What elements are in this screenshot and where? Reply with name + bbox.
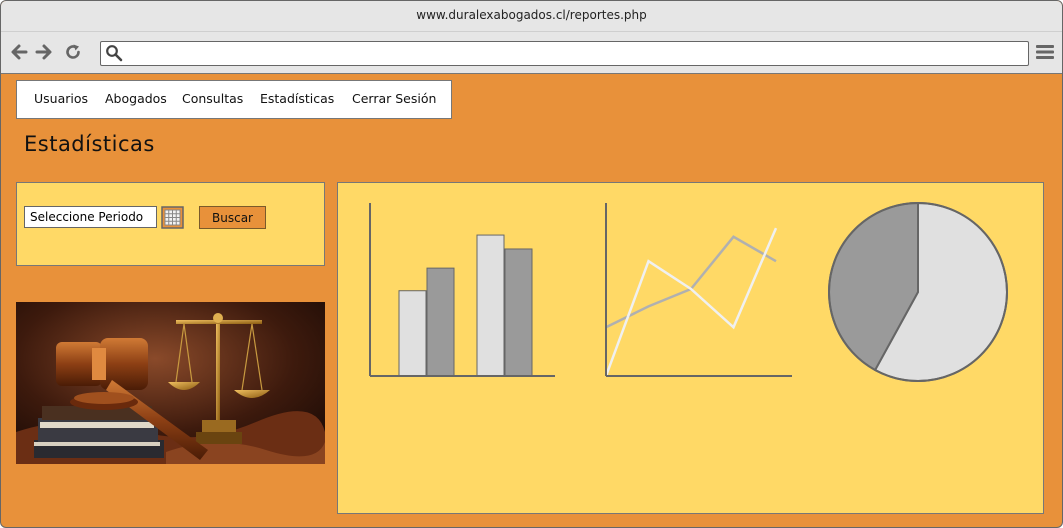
statistics-charts [369, 201, 1008, 382]
calendar-icon[interactable] [161, 206, 184, 229]
search-icon [106, 45, 123, 62]
main-nav: Usuarios Abogados Consultas Estadísticas… [16, 80, 452, 119]
period-input[interactable] [24, 206, 157, 228]
line-series-1 [605, 235, 777, 329]
bar-series-1-group-1 [398, 290, 427, 377]
window-title: www.duralexabogados.cl/reportes.php [416, 8, 647, 22]
nav-item-estadisticas[interactable]: Estadísticas [260, 91, 334, 106]
justice-photo [16, 302, 325, 464]
browser-window: www.duralexabogados.cl/reportes.php Usua… [0, 0, 1063, 528]
bar-series-1-group-2 [476, 234, 505, 377]
bar-series-2-group-2 [504, 248, 533, 377]
page-title: Estadísticas [24, 132, 155, 156]
search-button[interactable]: Buscar [199, 206, 266, 229]
bar-series-2-group-1 [426, 267, 455, 377]
line-series-2 [604, 227, 778, 377]
title-bar: www.duralexabogados.cl/reportes.php [1, 1, 1062, 32]
nav-item-usuarios[interactable]: Usuarios [34, 91, 88, 106]
forward-arrow-icon[interactable] [35, 43, 53, 61]
reload-icon[interactable] [64, 43, 82, 61]
address-bar[interactable] [100, 41, 1029, 66]
back-arrow-icon[interactable] [10, 43, 28, 61]
browser-toolbar [1, 32, 1062, 74]
url-input[interactable] [127, 43, 1021, 64]
filter-panel: Buscar [16, 182, 325, 266]
nav-item-cerrar-sesion[interactable]: Cerrar Sesión [352, 91, 436, 106]
hamburger-menu-icon[interactable] [1035, 43, 1055, 61]
nav-item-consultas[interactable]: Consultas [182, 91, 243, 106]
nav-item-abogados[interactable]: Abogados [105, 91, 167, 106]
charts-panel [337, 182, 1044, 514]
